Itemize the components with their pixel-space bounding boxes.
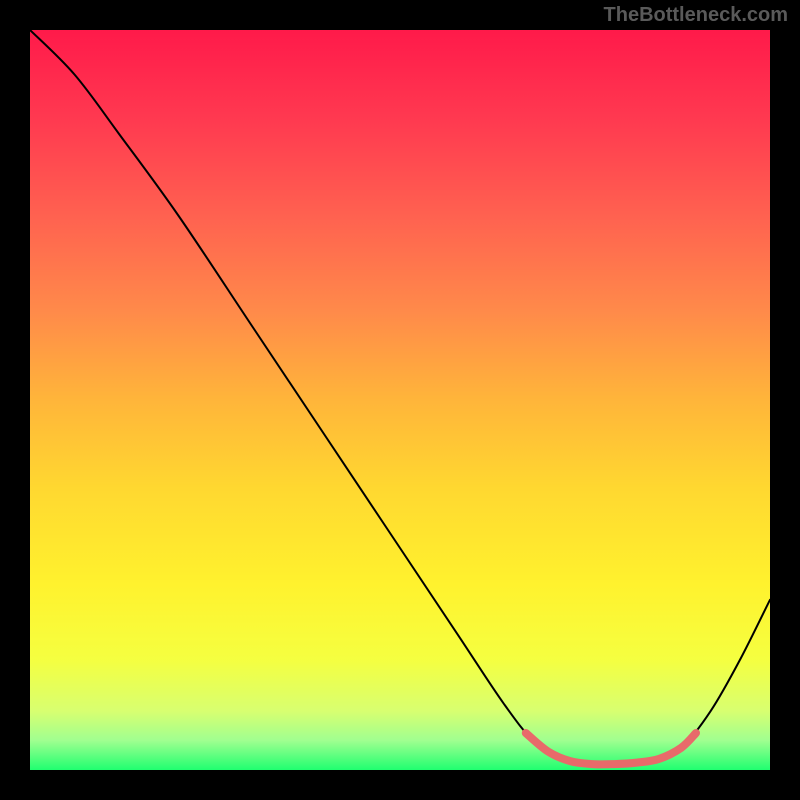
optimal-highlight xyxy=(526,733,696,764)
bottleneck-curve xyxy=(30,30,770,765)
chart-plot-area xyxy=(30,30,770,770)
chart-lines xyxy=(30,30,770,770)
watermark-text: TheBottleneck.com xyxy=(604,4,788,27)
